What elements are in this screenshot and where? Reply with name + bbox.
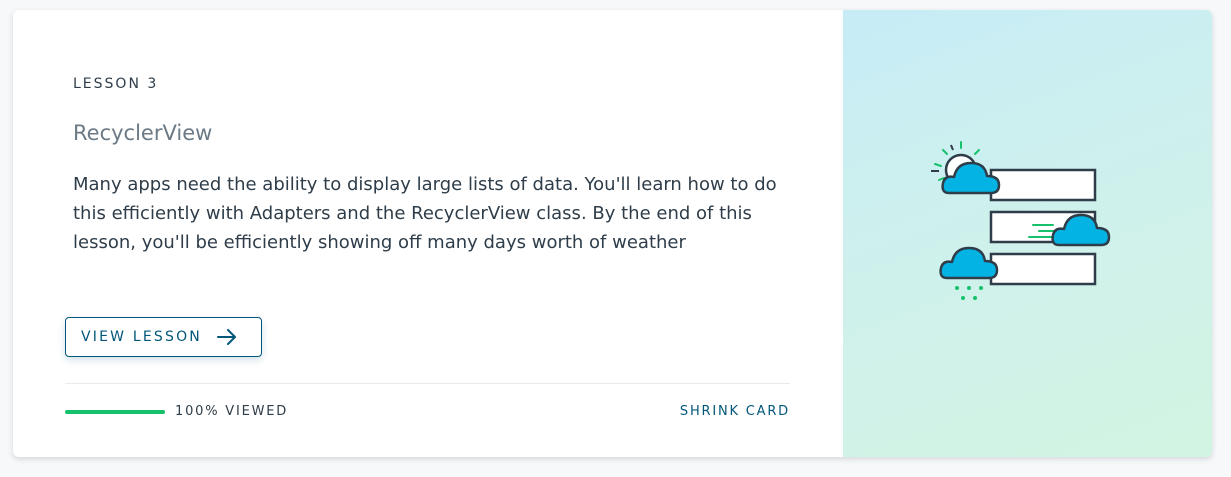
progress-bar	[65, 410, 165, 414]
view-lesson-button[interactable]: VIEW LESSON	[65, 317, 262, 357]
lesson-illustration-panel	[843, 10, 1212, 457]
shrink-card-button[interactable]: SHRINK CARD	[680, 404, 790, 419]
progress-bar-fill	[65, 410, 165, 414]
lesson-card-content: LESSON 3 RecyclerView Many apps need the…	[13, 10, 843, 457]
lesson-card: LESSON 3 RecyclerView Many apps need the…	[13, 10, 1212, 457]
lesson-summary: Many apps need the ability to display la…	[73, 174, 777, 253]
card-divider	[65, 383, 790, 384]
lesson-title: RecyclerView	[73, 121, 213, 145]
view-lesson-label: VIEW LESSON	[81, 329, 202, 345]
arrow-right-icon	[216, 329, 238, 345]
progress-label: 100% VIEWED	[175, 404, 289, 419]
lesson-eyebrow: LESSON 3	[73, 76, 159, 92]
weather-list-illustration	[931, 141, 1111, 300]
